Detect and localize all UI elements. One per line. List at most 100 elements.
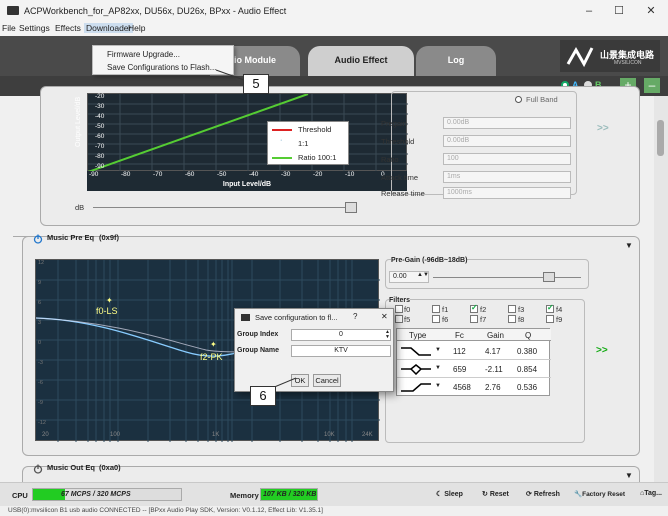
- reset-button[interactable]: ↻ Reset: [482, 490, 509, 498]
- checkbox-f0[interactable]: [395, 305, 403, 313]
- legend-swatch-ratio: [272, 157, 292, 159]
- x-tick: -10: [345, 171, 355, 178]
- sleep-button[interactable]: ☾ Sleep: [436, 490, 463, 498]
- row-q[interactable]: 0.380: [517, 347, 537, 356]
- tab-audio-effect[interactable]: Audio Effect: [308, 46, 414, 76]
- legend-1to1: 1:1: [298, 139, 309, 148]
- eq-apply-arrow[interactable]: >>: [596, 345, 608, 356]
- menu-effects[interactable]: Effects: [55, 23, 81, 33]
- cpu-meter: 67 MCPS / 320 MCPS: [32, 488, 182, 501]
- app-icon: [7, 6, 19, 15]
- cpu-label: CPU: [12, 491, 28, 500]
- checkbox-f3-label: f3: [518, 305, 525, 314]
- pre-eq-address: (0x9f): [99, 233, 120, 242]
- dialog-help-button[interactable]: ?: [353, 312, 357, 321]
- drc-slider-track[interactable]: [93, 207, 357, 208]
- pregain-field[interactable]: 0.00dB: [443, 117, 571, 129]
- row-fc[interactable]: 659: [453, 365, 466, 374]
- checkbox-f0-label: f0: [404, 305, 411, 314]
- pregain-label: Pregain: [381, 119, 407, 128]
- release-time-field[interactable]: 1000ms: [443, 187, 571, 199]
- table-row[interactable]: ▼ 4568 2.76 0.536: [397, 379, 551, 396]
- checkbox-f1[interactable]: [432, 305, 440, 313]
- dialog-close-button[interactable]: ✕: [381, 312, 388, 321]
- checkbox-f9[interactable]: [546, 315, 554, 323]
- col-type: Type: [409, 331, 427, 340]
- title-bar: ACPWorkbench_for_AP82xx, DU56x, DU26x, B…: [0, 0, 668, 22]
- checkbox-f4[interactable]: [546, 303, 554, 313]
- cpu-value: 67 MCPS / 320 MCPS: [61, 491, 131, 498]
- power-icon[interactable]: [33, 464, 43, 474]
- checkbox-f2[interactable]: [470, 303, 478, 313]
- eq-x-tick: 1K: [212, 432, 220, 438]
- checkbox-f3[interactable]: [508, 305, 516, 313]
- f2-marker-dot[interactable]: ✦: [210, 340, 217, 349]
- menu-downloader[interactable]: Downloader: [84, 23, 134, 33]
- checkbox-f4-label: f4: [556, 305, 563, 314]
- attack-time-label: Attack time: [381, 173, 419, 182]
- release-time-label: Release time: [381, 189, 425, 198]
- group-name-input[interactable]: KTV: [291, 345, 391, 357]
- type-dropdown-icon[interactable]: ▼: [435, 347, 441, 353]
- row-fc[interactable]: 112: [453, 347, 466, 356]
- tag-button[interactable]: ⌂Tag...: [640, 490, 662, 497]
- remove-button[interactable]: –: [644, 78, 660, 93]
- type-dropdown-icon[interactable]: ▼: [435, 383, 441, 389]
- drc-apply-arrow[interactable]: >>: [597, 123, 609, 134]
- scrollbar-thumb[interactable]: [657, 120, 664, 156]
- close-button[interactable]: ✕: [637, 2, 665, 20]
- checkbox-f5[interactable]: [395, 315, 403, 323]
- type-dropdown-icon[interactable]: ▼: [435, 365, 441, 371]
- checkbox-f8-label: f8: [518, 315, 525, 324]
- row-gain[interactable]: 4.17: [485, 347, 501, 356]
- threshold-field[interactable]: 0.00dB: [443, 135, 571, 147]
- logo-icon: [566, 46, 594, 68]
- callout-6: 6: [250, 386, 276, 406]
- row-gain[interactable]: 2.76: [485, 383, 501, 392]
- x-tick: -20: [313, 171, 323, 178]
- menu-file[interactable]: File: [2, 23, 16, 33]
- collapse-icon[interactable]: ▼: [625, 471, 633, 480]
- refresh-button[interactable]: ⟳ Refresh: [526, 490, 560, 498]
- refresh-label: Refresh: [533, 491, 560, 498]
- power-icon[interactable]: [33, 234, 43, 244]
- legend-swatch-threshold: [272, 129, 292, 131]
- sleep-label: Sleep: [444, 491, 463, 498]
- eq-y-tick: 9: [38, 280, 42, 286]
- attack-time-field[interactable]: 1ms: [443, 171, 571, 183]
- minimize-button[interactable]: –: [575, 2, 603, 20]
- checkbox-f7[interactable]: [470, 315, 478, 323]
- menu-item-firmware-upgrade[interactable]: Firmware Upgrade...: [107, 50, 180, 59]
- spin-arrows-icon[interactable]: ▲▼: [417, 272, 429, 278]
- drc-x-ticks: -90 -80 -70 -60 -50 -40 -30 -20 -10 0: [87, 171, 407, 181]
- menu-help[interactable]: Help: [128, 23, 145, 33]
- table-row[interactable]: ▼ 112 4.17 0.380: [397, 343, 551, 360]
- collapse-icon[interactable]: ▼: [625, 241, 633, 250]
- pregain-slider-handle[interactable]: [543, 272, 555, 282]
- tab-log[interactable]: Log: [416, 46, 496, 76]
- checkbox-f8[interactable]: [508, 315, 516, 323]
- pregain-group-label: Pre-Gain (-96dB~18dB): [391, 257, 468, 264]
- y-tick: -30: [95, 103, 105, 110]
- row-q[interactable]: 0.536: [517, 383, 537, 392]
- ratio-field[interactable]: 100: [443, 153, 571, 165]
- table-row[interactable]: ▼ 659 -2.11 0.854: [397, 361, 551, 378]
- cancel-button[interactable]: Cancel: [313, 374, 341, 387]
- checkbox-f6[interactable]: [432, 315, 440, 323]
- full-band-radio[interactable]: [515, 96, 522, 103]
- group-index-spinbox[interactable]: 0: [291, 329, 391, 341]
- f0-marker-dot[interactable]: ✦: [106, 296, 113, 305]
- menu-settings[interactable]: Settings: [19, 23, 50, 33]
- row-fc[interactable]: 4568: [453, 383, 471, 392]
- menu-item-save-configurations[interactable]: Save Configurations to Flash...: [107, 63, 216, 72]
- pregain-slider-track[interactable]: [433, 277, 581, 278]
- vertical-scrollbar[interactable]: [654, 96, 668, 482]
- drc-slider-handle[interactable]: [345, 202, 357, 213]
- drc-xlabel: Input Level/dB: [87, 181, 407, 191]
- out-eq-title: Music Out Eq: [47, 463, 95, 472]
- row-gain[interactable]: -2.11: [485, 365, 503, 374]
- factory-reset-button[interactable]: 🔧Factory Reset: [574, 490, 625, 498]
- row-q[interactable]: 0.854: [517, 365, 537, 374]
- maximize-button[interactable]: ☐: [605, 2, 633, 20]
- spin-arrows-icon[interactable]: ▲▼: [385, 330, 390, 340]
